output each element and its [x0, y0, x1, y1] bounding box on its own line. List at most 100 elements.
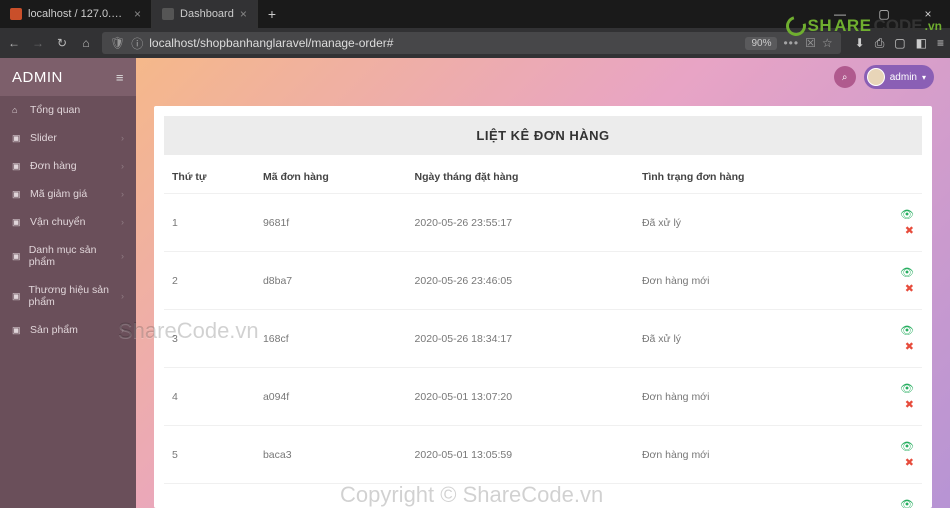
view-icon[interactable]: 👁 — [900, 440, 914, 453]
sidebar-item-0[interactable]: ⌂ Tổng quan — [0, 96, 136, 124]
chevron-right-icon: › — [121, 251, 124, 261]
view-icon[interactable]: 👁 — [900, 266, 914, 279]
sidebar-item-label: Danh mục sản phẩm — [29, 244, 113, 268]
watermark-logo: SHARECODE.vn — [786, 16, 943, 36]
main-content: ⌕ admin ▾ LIỆT KÊ ĐƠN HÀNG Thứ tựMã đơn … — [136, 58, 950, 508]
url-input[interactable] — [149, 36, 739, 50]
cell-code: a094f — [255, 368, 407, 426]
tab-active[interactable]: Dashboard × — [152, 0, 258, 28]
cell-code: e8c05 — [255, 484, 407, 508]
cell-date: 2020-05-26 23:46:05 — [407, 252, 634, 310]
library-icon[interactable]: ⎙ — [875, 36, 885, 51]
view-icon[interactable]: 👁 — [900, 498, 914, 508]
book-icon: ▣ — [12, 217, 22, 228]
close-icon[interactable]: × — [240, 7, 247, 21]
cell-status: Đã xử lý — [634, 310, 861, 368]
table-row: 19681f2020-05-26 23:55:17Đã xử lý👁✖ — [164, 194, 922, 252]
sidebar-item-7[interactable]: ▣Sản phẩm› — [0, 316, 136, 344]
address-bar[interactable]: 🛡 ⓘ 90% ••• ☒ ☆ — [102, 32, 841, 54]
book-icon: ▣ — [12, 325, 22, 336]
cell-code: baca3 — [255, 426, 407, 484]
cell-status: Đơn hàng mới — [634, 368, 861, 426]
dash-icon: ⌂ — [12, 105, 22, 115]
sidebar-item-1[interactable]: ▣ Slider › — [0, 124, 136, 152]
cell-idx: 4 — [164, 368, 255, 426]
hamburger-icon[interactable]: ≡ — [116, 70, 124, 85]
table-row: 5baca32020-05-01 13:05:59Đơn hàng mới👁✖ — [164, 426, 922, 484]
book-icon: ▣ — [12, 189, 22, 200]
view-icon[interactable]: 👁 — [900, 208, 914, 221]
tab-inactive[interactable]: localhost / 127.0.0.1 / elaravel × — [0, 0, 152, 28]
topbar: ⌕ admin ▾ — [136, 58, 950, 96]
zoom-badge[interactable]: 90% — [745, 37, 777, 50]
sidebar-item-4[interactable]: ▣ Vận chuyển › — [0, 208, 136, 236]
sidebar-item-label: Tổng quan — [30, 104, 80, 116]
chevron-right-icon: › — [121, 217, 124, 227]
shield-icon[interactable]: 🛡 — [110, 36, 125, 50]
cell-code: 9681f — [255, 194, 407, 252]
cell-code: d8ba7 — [255, 252, 407, 310]
reload-icon[interactable]: ↻ — [54, 36, 70, 50]
cell-date: 2020-05-26 18:34:17 — [407, 310, 634, 368]
sidebar-item-label: Sản phẩm — [30, 324, 78, 336]
table-row: 3168cf2020-05-26 18:34:17Đã xử lý 👁 ✖ — [164, 310, 922, 368]
sidebar-item-label: Vận chuyển — [30, 216, 85, 228]
cell-date: 2020-05-01 13:04:51 — [407, 484, 634, 508]
book-icon: ▣ — [12, 161, 22, 172]
sidebar-item-2[interactable]: ▣ Đơn hàng › — [0, 152, 136, 180]
favicon-icon — [162, 8, 174, 20]
delete-icon[interactable]: ✖ — [905, 282, 914, 295]
addon-icon[interactable]: ◧ — [916, 36, 927, 51]
delete-icon[interactable]: ✖ — [905, 398, 914, 411]
more-icon[interactable]: ••• — [783, 36, 799, 50]
cell-status: Đã xử lý — [634, 194, 861, 252]
chevron-right-icon: › — [121, 133, 124, 143]
chevron-right-icon: › — [121, 161, 124, 171]
cell-idx: 6 — [164, 484, 255, 508]
view-icon[interactable]: 👁 — [900, 324, 914, 337]
sidebar-item-label: Slider — [30, 132, 57, 144]
brand-header: ADMIN ≡ — [0, 58, 136, 96]
user-chip[interactable]: admin ▾ — [864, 65, 934, 89]
table-row: 4a094f2020-05-01 13:07:20Đơn hàng mới 👁 ✖ — [164, 368, 922, 426]
delete-icon[interactable]: ✖ — [905, 224, 914, 237]
home-icon[interactable]: ⌂ — [78, 36, 94, 50]
menu-icon[interactable]: ≡ — [937, 36, 944, 51]
book-icon: ▣ — [12, 133, 22, 144]
favicon-icon — [10, 8, 22, 20]
delete-icon[interactable]: ✖ — [905, 456, 914, 469]
cell-status: Đơn hàng mới — [634, 426, 861, 484]
book-icon: ▣ — [12, 291, 21, 302]
star-icon[interactable]: ☆ — [822, 36, 833, 50]
sidebar-item-6[interactable]: ▣Thương hiệu sản phẩm› — [0, 276, 136, 316]
info-icon[interactable]: ⓘ — [131, 35, 143, 52]
new-tab-button[interactable]: + — [258, 6, 286, 22]
cell-code: 168cf — [255, 310, 407, 368]
screenshot-icon[interactable]: ▢ — [894, 36, 905, 51]
reader-icon[interactable]: ☒ — [805, 36, 816, 50]
sidebar-item-3[interactable]: ▣Mã giảm giá› — [0, 180, 136, 208]
orders-table: Thứ tựMã đơn hàngNgày tháng đặt hàngTình… — [164, 165, 922, 508]
column-header: Thứ tự — [164, 165, 255, 194]
download-icon[interactable]: ⬇ — [855, 36, 865, 51]
sidebar: ADMIN ≡ ⌂Tổng quan▣Slider›▣Đơn hàng›▣Mã … — [0, 58, 136, 508]
view-icon[interactable]: 👁 — [900, 382, 914, 395]
close-icon[interactable]: × — [134, 7, 141, 21]
sidebar-item-5[interactable]: ▣Danh mục sản phẩm› — [0, 236, 136, 276]
search-button[interactable]: ⌕ — [834, 66, 856, 88]
chevron-right-icon: › — [121, 189, 124, 199]
chevron-down-icon: ▾ — [922, 73, 926, 82]
tab-title: localhost / 127.0.0.1 / elaravel — [28, 8, 128, 20]
cell-idx: 1 — [164, 194, 255, 252]
avatar — [867, 68, 885, 86]
cell-date: 2020-05-01 13:07:20 — [407, 368, 634, 426]
brand-title: ADMIN — [12, 69, 63, 86]
sidebar-item-label: Đơn hàng — [30, 160, 77, 172]
tab-title: Dashboard — [180, 8, 234, 20]
cell-status: Đơn hàng mới — [634, 252, 861, 310]
forward-icon[interactable]: → — [30, 36, 46, 50]
cell-idx: 2 — [164, 252, 255, 310]
cell-idx: 3 — [164, 310, 255, 368]
back-icon[interactable]: ← — [6, 36, 22, 50]
delete-icon[interactable]: ✖ — [905, 340, 914, 353]
